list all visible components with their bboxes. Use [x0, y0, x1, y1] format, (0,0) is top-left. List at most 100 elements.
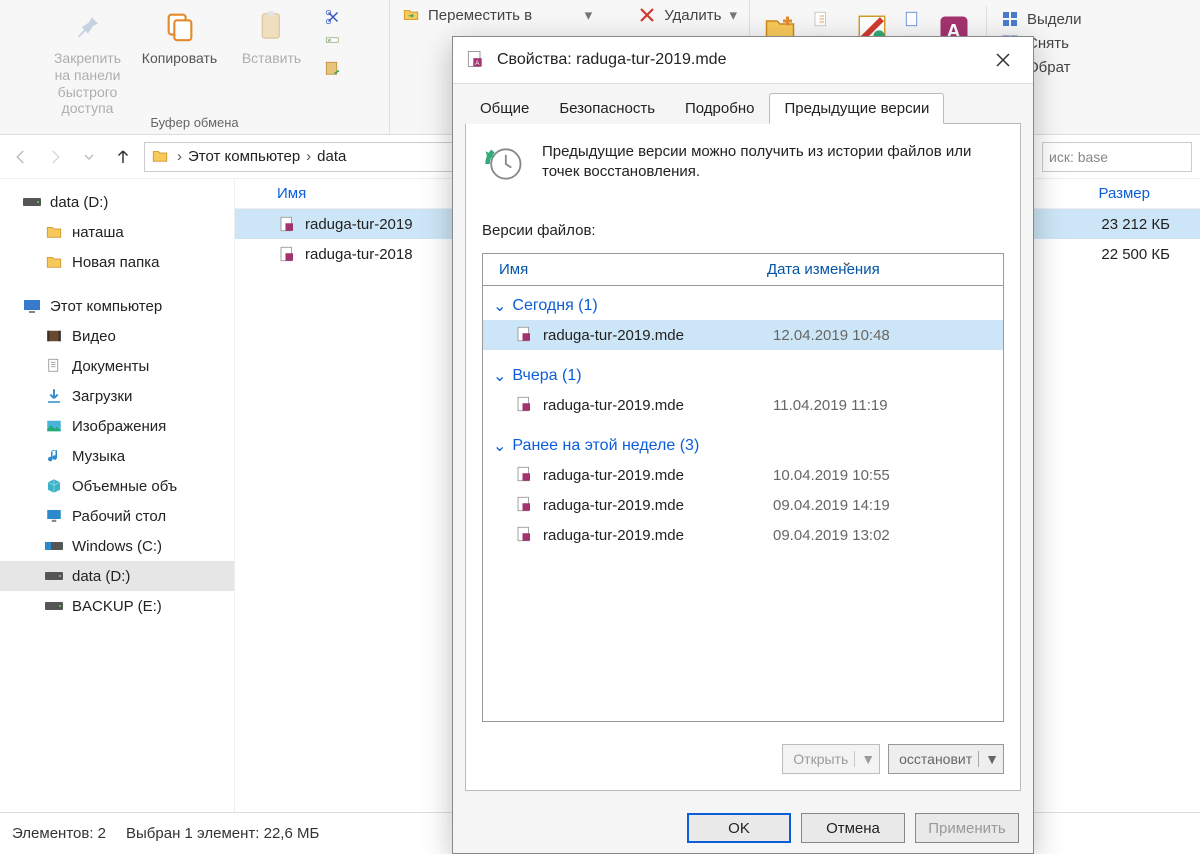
search-input[interactable]: иск: base: [1042, 142, 1192, 172]
open-version-button[interactable]: Открыть▼: [782, 744, 880, 774]
crumb-data[interactable]: data: [317, 148, 346, 165]
nav-downloads[interactable]: Загрузки: [0, 381, 234, 411]
nav-new-folder[interactable]: Новая папка: [0, 247, 234, 277]
downloads-icon: [44, 386, 64, 406]
version-row[interactable]: raduga-tur-2019.mde 11.04.2019 11:19: [483, 390, 1003, 420]
version-date: 09.04.2019 13:02: [773, 527, 890, 544]
copy-path-icon[interactable]: w: [322, 32, 344, 54]
versions-list: Имя Дата изменения ⌄ ⌄ Сегодня (1) radug…: [482, 253, 1004, 722]
nav-windows-c[interactable]: Windows (C:): [0, 531, 234, 561]
ribbon-group-label: Буфер обмена: [0, 115, 389, 130]
move-to-label[interactable]: Переместить в: [428, 7, 532, 24]
nav-backup-e[interactable]: BACKUP (E:): [0, 591, 234, 621]
pin-label: Закрепить на панели быстрого доступа: [46, 50, 130, 117]
nav-data-d-2[interactable]: data (D:): [0, 561, 234, 591]
chevron-down-icon[interactable]: ▼: [978, 751, 999, 767]
dialog-tabs: Общие Безопасность Подробно Предыдущие в…: [453, 84, 1033, 123]
mde-file-icon: [277, 244, 297, 264]
cut-icon[interactable]: [322, 6, 344, 28]
cancel-button[interactable]: Отмена: [801, 813, 905, 843]
chevron-down-icon[interactable]: ▾: [729, 6, 737, 24]
nav-data-d[interactable]: data (D:): [0, 187, 234, 217]
tab-general[interactable]: Общие: [465, 93, 544, 124]
info-text: Предыдущие версии можно получить из исто…: [542, 142, 1004, 183]
new-item-icon[interactable]: [812, 10, 830, 28]
version-row[interactable]: raduga-tur-2019.mde 10.04.2019 10:55: [483, 460, 1003, 490]
close-button[interactable]: [981, 38, 1025, 82]
mde-file-icon: [515, 495, 535, 515]
music-icon: [44, 446, 64, 466]
ok-button[interactable]: OK: [687, 813, 791, 843]
copy-button[interactable]: Копировать: [134, 4, 226, 89]
history-clock-icon: [482, 142, 526, 186]
mde-file-icon: [515, 525, 535, 545]
forward-button[interactable]: [42, 144, 68, 170]
chevron-down-icon[interactable]: ▾: [585, 6, 593, 24]
version-group-header[interactable]: ⌄ Ранее на этой неделе (3): [483, 432, 1003, 460]
apply-button[interactable]: Применить: [915, 813, 1019, 843]
drive-icon: [44, 536, 64, 556]
mde-file-icon: [515, 325, 535, 345]
nav-pictures[interactable]: Изображения: [0, 411, 234, 441]
version-group-header[interactable]: ⌄ Вчера (1): [483, 362, 1003, 390]
col-name[interactable]: Имя: [277, 185, 306, 202]
svg-text:A: A: [475, 60, 480, 67]
back-button[interactable]: [8, 144, 34, 170]
tab-previous-versions[interactable]: Предыдущие версии: [769, 93, 944, 124]
nav-documents[interactable]: Документы: [0, 351, 234, 381]
restore-version-button[interactable]: осстановит▼: [888, 744, 1004, 774]
delete-icon: [638, 6, 656, 24]
nav-3d-objects[interactable]: Объемные объ: [0, 471, 234, 501]
paste-shortcut-icon[interactable]: [322, 58, 344, 80]
folder-icon: [44, 222, 64, 242]
select-all-button[interactable]: Выдели: [1001, 10, 1082, 28]
pin-icon: [73, 8, 103, 44]
chevron-down-icon: ⌄: [493, 436, 506, 456]
version-group-header[interactable]: ⌄ Сегодня (1): [483, 292, 1003, 320]
chevron-down-icon: ⌄: [493, 296, 506, 316]
col-size[interactable]: Размер: [1098, 185, 1200, 202]
up-button[interactable]: [110, 144, 136, 170]
status-selected: Выбран 1 элемент: 22,6 МБ: [126, 825, 319, 842]
mde-file-icon: [277, 214, 297, 234]
version-date: 12.04.2019 10:48: [773, 327, 890, 344]
recent-button[interactable]: [76, 144, 102, 170]
nav-this-pc[interactable]: Этот компьютер: [0, 291, 234, 321]
version-row[interactable]: raduga-tur-2019.mde 09.04.2019 14:19: [483, 490, 1003, 520]
delete-label[interactable]: Удалить: [664, 7, 721, 24]
drive-icon: [22, 192, 42, 212]
version-date: 10.04.2019 10:55: [773, 467, 890, 484]
crumb-this-pc[interactable]: Этот компьютер: [188, 148, 300, 165]
pictures-icon: [44, 416, 64, 436]
mde-file-icon: [515, 395, 535, 415]
paste-button[interactable]: Вставить: [226, 4, 318, 89]
properties-dialog: A Свойства: raduga-tur-2019.mde Общие Бе…: [452, 36, 1034, 854]
tab-details[interactable]: Подробно: [670, 93, 769, 124]
paste-icon: [257, 8, 287, 44]
open-icon[interactable]: [904, 10, 922, 28]
version-date: 11.04.2019 11:19: [773, 397, 888, 414]
nav-natasha[interactable]: наташа: [0, 217, 234, 247]
versions-col-name[interactable]: Имя: [483, 261, 763, 278]
version-row[interactable]: raduga-tur-2019.mde 12.04.2019 10:48: [483, 320, 1003, 350]
documents-icon: [44, 356, 64, 376]
chevron-down-icon[interactable]: ▼: [854, 751, 875, 767]
nav-music[interactable]: Музыка: [0, 441, 234, 471]
version-file-name: raduga-tur-2019.mde: [543, 397, 773, 414]
nav-tree: data (D:) наташа Новая папка Этот компью…: [0, 179, 235, 812]
version-file-name: raduga-tur-2019.mde: [543, 527, 773, 544]
video-icon: [44, 326, 64, 346]
versions-col-date[interactable]: Дата изменения: [763, 261, 1003, 278]
nav-video[interactable]: Видео: [0, 321, 234, 351]
search-placeholder: иск: base: [1049, 149, 1108, 165]
nav-desktop[interactable]: Рабочий стол: [0, 501, 234, 531]
select-all-icon: [1001, 10, 1019, 28]
version-file-name: raduga-tur-2019.mde: [543, 497, 773, 514]
drive-icon: [44, 596, 64, 616]
tab-security[interactable]: Безопасность: [544, 93, 670, 124]
version-date: 09.04.2019 14:19: [773, 497, 890, 514]
status-elements: Элементов: 2: [12, 825, 106, 842]
copy-label: Копировать: [142, 50, 217, 67]
version-row[interactable]: raduga-tur-2019.mde 09.04.2019 13:02: [483, 520, 1003, 550]
pc-icon: [22, 296, 42, 316]
